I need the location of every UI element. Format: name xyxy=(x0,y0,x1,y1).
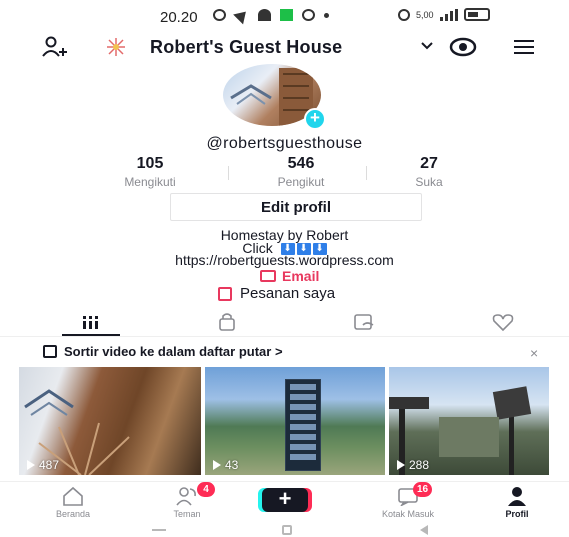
inbox-badge: 16 xyxy=(413,482,433,497)
username: @robertsguesthouse xyxy=(206,135,363,152)
friends-icon xyxy=(176,487,196,506)
view-count-value: 288 xyxy=(409,458,430,472)
stat-followers-label: Pengikut xyxy=(277,175,325,189)
messenger-icon xyxy=(258,9,271,21)
tab-liked-heart-icon[interactable] xyxy=(488,311,518,333)
video-thumbnail[interactable]: 487 xyxy=(19,367,201,475)
stat-followers-count: 546 xyxy=(287,155,315,172)
orders-button[interactable]: Pesanan saya xyxy=(218,285,335,302)
nav-friends-label: Teman xyxy=(173,509,201,519)
nav-home-label: Beranda xyxy=(55,509,91,519)
whatsapp-icon xyxy=(213,9,226,21)
profile-header: Robert's Guest House xyxy=(0,32,569,62)
status-system-icons: 5,00 xyxy=(398,8,490,21)
more-notifications-icon xyxy=(324,12,329,18)
profile-name[interactable]: Robert's Guest House xyxy=(150,37,342,58)
close-icon[interactable]: × xyxy=(530,345,538,361)
play-icon xyxy=(27,460,35,470)
tiktok-icon xyxy=(302,9,315,21)
tab-active-indicator xyxy=(62,334,120,336)
stat-likes-label: Suka xyxy=(415,175,443,189)
tab-reposts-icon[interactable] xyxy=(349,311,379,333)
nav-profile-label: Profil xyxy=(505,509,529,519)
status-time: 20.20 xyxy=(160,9,198,26)
status-bar: 20.20 5,00 xyxy=(0,0,569,32)
view-count-value: 487 xyxy=(39,458,60,472)
thumbnail-image xyxy=(285,379,321,471)
play-icon xyxy=(213,460,221,470)
system-nav xyxy=(0,524,569,537)
playlist-bar[interactable]: Sortir video ke dalam daftar putar > × xyxy=(0,341,569,363)
stat-likes[interactable]: 27 Suka xyxy=(374,155,484,189)
network-speed: 5,00 xyxy=(416,9,434,20)
stat-divider xyxy=(366,166,367,180)
tab-private-lock-icon[interactable] xyxy=(212,311,242,333)
nav-profile[interactable]: Profil xyxy=(482,486,552,519)
email-label: Email xyxy=(282,268,320,284)
stat-divider xyxy=(228,166,229,180)
create-button[interactable]: + xyxy=(262,488,308,512)
content-tabs xyxy=(0,307,569,337)
add-photo-icon[interactable]: + xyxy=(304,108,326,130)
tab-videos-grid-icon[interactable] xyxy=(76,311,106,333)
video-thumbnail[interactable]: 288 xyxy=(389,367,549,475)
signal-icon xyxy=(439,8,458,21)
status-notification-icons xyxy=(213,6,329,24)
alarm-icon xyxy=(398,8,410,21)
playlist-icon xyxy=(43,345,57,358)
battery-icon xyxy=(463,8,490,21)
stat-likes-count: 27 xyxy=(420,155,438,172)
video-thumbnail[interactable]: 43 xyxy=(205,367,385,475)
nav-home[interactable]: Beranda xyxy=(38,486,108,519)
chevron-down-icon[interactable] xyxy=(421,42,433,50)
nav-inbox[interactable]: Kotak Masuk xyxy=(373,486,443,519)
friends-badge: 4 xyxy=(197,482,215,497)
shopping-bag-icon xyxy=(218,286,232,301)
home-icon xyxy=(63,486,83,506)
bio-link[interactable]: https://robertguests.wordpress.com xyxy=(0,252,569,268)
eye-icon[interactable] xyxy=(449,37,477,57)
play-icon xyxy=(397,460,405,470)
stat-following[interactable]: 105 Mengikuti xyxy=(95,155,205,189)
nav-inbox-label: Kotak Masuk xyxy=(381,509,435,519)
view-count-value: 43 xyxy=(225,458,239,472)
profile-stats: 105 Mengikuti 546 Pengikut 27 Suka xyxy=(100,155,470,189)
menu-icon[interactable] xyxy=(513,38,535,56)
recents-icon[interactable] xyxy=(152,529,166,531)
stat-following-count: 105 xyxy=(136,155,164,172)
edit-profile-button[interactable]: Edit profil xyxy=(170,193,422,221)
home-square-icon[interactable] xyxy=(282,525,292,535)
back-icon[interactable] xyxy=(420,525,428,535)
view-count: 487 xyxy=(27,458,59,472)
add-user-icon[interactable] xyxy=(42,36,68,58)
video-grid: 487 43 288 xyxy=(19,367,549,475)
view-count: 43 xyxy=(213,458,238,472)
stat-followers[interactable]: 546 Pengikut xyxy=(246,155,356,189)
logo-icon xyxy=(107,38,125,56)
orders-label: Pesanan saya xyxy=(240,285,336,302)
view-count: 288 xyxy=(397,458,429,472)
email-button[interactable]: Email xyxy=(260,268,319,284)
playlist-text[interactable]: Sortir video ke dalam daftar putar > xyxy=(64,344,283,359)
email-icon xyxy=(260,270,276,282)
notification-app-icon xyxy=(280,9,293,21)
profile-icon xyxy=(508,487,526,506)
stat-following-label: Mengikuti xyxy=(124,175,176,189)
telegram-icon xyxy=(233,6,251,24)
